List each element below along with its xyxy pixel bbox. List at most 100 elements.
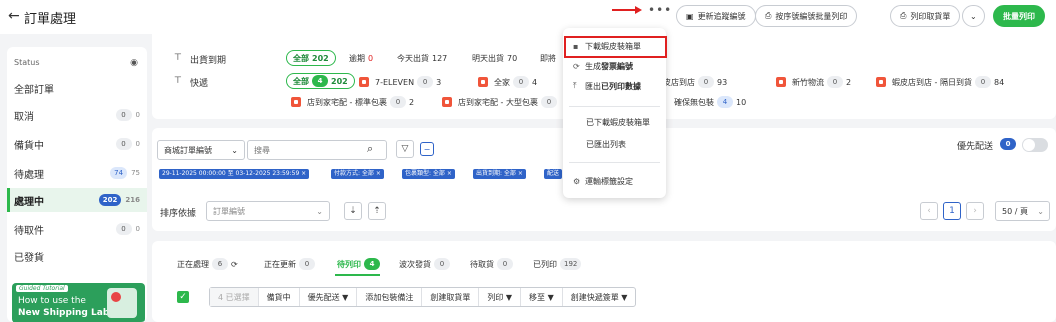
chip-home-standard[interactable]: 店到家宅配 - 標準包裹 0 2 — [291, 96, 414, 108]
chevron-down-icon: ⌄ — [316, 206, 323, 216]
chip-no-packaging[interactable]: 確保無包裝 4 10 — [674, 96, 746, 108]
pin-icon: ⊤ — [174, 53, 182, 63]
search-field-select[interactable]: 商城訂單編號 ⌄ — [157, 140, 245, 160]
chip-hct[interactable]: 新竹物流 0 2 — [776, 76, 851, 88]
page-title: 訂單處理 — [24, 12, 77, 27]
bulk-action-bar: ✓ 4 已選擇 備貨中 優先配送 ▼ 添加包裝備注 創建取貨單 列印 ▼ 移至 … — [177, 287, 637, 307]
orders-panel — [152, 241, 1056, 322]
sidebar-item-pending[interactable]: 待處理 74 75 — [7, 161, 147, 185]
menu-export-printed-data[interactable]: ⤒ 匯出 已列印數據 — [563, 78, 666, 94]
chip-ship-all[interactable]: 全部 202 — [286, 50, 336, 66]
shopee-tag-icon — [359, 77, 369, 87]
chip-home-large[interactable]: 店到家宅配 - 大型包裹 0 — [442, 96, 557, 108]
per-page-select[interactable]: 50 / 頁 ⌄ — [995, 201, 1050, 221]
ship-due-label: 出貨到期 — [190, 56, 227, 66]
search-icon[interactable]: ⌕ — [367, 142, 373, 156]
export-icon: ⤒ — [573, 81, 577, 90]
search-input[interactable] — [247, 140, 387, 160]
sort-label: 排序依據 — [160, 209, 197, 219]
menu-generate-invoice-number[interactable]: ⟳ 生成 發票編號 — [563, 58, 666, 74]
priority-shipping-label: 優先配送 — [957, 142, 994, 152]
action-preparing-button[interactable]: 備貨中 — [259, 288, 300, 306]
more-options-icon[interactable]: ••• — [648, 3, 672, 17]
menu-exported-lists[interactable]: 已匯出列表 — [563, 136, 666, 152]
sort-field-select[interactable]: 訂單編號 ⌄ — [206, 201, 330, 221]
highlight-box — [564, 36, 667, 58]
action-create-waybill-button[interactable]: 創建快遞簽單 ▼ — [563, 288, 636, 306]
back-arrow-icon[interactable]: ← — [8, 8, 20, 24]
chip-7eleven[interactable]: 7-ELEVEN 0 3 — [359, 76, 441, 88]
filter-tag-payment[interactable]: 付款方式: 全部 × — [331, 169, 384, 179]
tab-to-print[interactable]: 待列印 4 — [337, 258, 380, 270]
chip-shopee-next-day[interactable]: 蝦皮店到店 - 隔日到貨 0 84 — [876, 76, 1004, 88]
priority-count-badge: 0 — [1000, 138, 1016, 150]
prev-page-icon[interactable]: ‹ — [920, 202, 938, 220]
status-sidebar: Status ◉ 全部訂單 取消 0 0 備貨中 0 0 待處理 74 75 處理中 202 2… — [7, 47, 147, 322]
chip-overdue[interactable]: 逾期 0 — [349, 53, 373, 64]
batch-print-by-number-button[interactable]: ⎙ 按序號編號批量列印 — [755, 5, 858, 27]
eye-icon[interactable]: ◉ — [130, 58, 138, 68]
action-priority-button[interactable]: 優先配送 ▼ — [300, 288, 358, 306]
action-print-button[interactable]: 列印 ▼ — [479, 288, 522, 306]
shopee-tag-icon — [776, 77, 786, 87]
menu-shipping-label-settings[interactable]: ⚙ 運輸標籤設定 — [563, 173, 666, 189]
sort-descending-icon[interactable]: ⇣ — [344, 202, 362, 220]
tab-to-pickup[interactable]: 待取貨 0 — [470, 258, 513, 270]
menu-divider — [569, 162, 660, 163]
refresh-icon[interactable]: ⟳ — [231, 260, 238, 269]
filter-tag-date[interactable]: 29-11-2025 00:00:00 至 03-12-2025 23:59:5… — [159, 169, 310, 179]
chip-family-mart[interactable]: 全家 0 4 — [478, 76, 537, 88]
chevron-down-icon: ⌄ — [231, 145, 238, 155]
menu-downloaded-packing-lists[interactable]: 已下載蝦皮裝箱單 — [563, 114, 666, 130]
bulk-action-group: 4 已選擇 備貨中 優先配送 ▼ 添加包裝備注 創建取貨單 列印 ▼ 移至 ▼ … — [209, 287, 637, 307]
shopee-tag-icon — [876, 77, 886, 87]
sidebar-item-awaiting-pickup[interactable]: 待取件 0 0 — [7, 217, 147, 241]
select-all-checkbox[interactable]: ✓ — [177, 291, 189, 303]
annotation-arrow — [612, 6, 642, 14]
printer-icon: ⎙ — [765, 11, 772, 20]
action-move-button[interactable]: 移至 ▼ — [521, 288, 563, 306]
filter-tag-shipping[interactable]: 配送 — [544, 169, 563, 179]
pin-icon: ⊤ — [174, 76, 182, 86]
sidebar-item-all-orders[interactable]: 全部訂單 — [7, 76, 147, 100]
guided-tutorial-banner[interactable]: Guided Tutorial How to use the New Shipp… — [12, 283, 145, 322]
print-pickup-button[interactable]: ⎙ 列印取貨單 — [890, 5, 961, 27]
selected-count: 4 已選擇 — [210, 288, 259, 306]
sidebar-item-preparing[interactable]: 備貨中 0 0 — [7, 132, 147, 156]
printer-icon: ⎙ — [900, 11, 907, 20]
priority-shipping-toggle[interactable] — [1022, 138, 1048, 152]
tutorial-line-1: How to use the — [18, 296, 86, 306]
chip-express-all[interactable]: 全部 4 202 — [286, 73, 355, 89]
page-number[interactable]: 1 — [943, 202, 961, 220]
action-create-pickup-button[interactable]: 創建取貨單 — [422, 288, 480, 306]
filter-tag-package[interactable]: 包裹類型: 全部 × — [402, 169, 455, 179]
collapse-icon[interactable]: − — [420, 142, 434, 156]
sort-ascending-icon[interactable]: ⇡ — [368, 202, 386, 220]
chevron-down-icon: ⌄ — [1037, 206, 1044, 216]
print-pickup-dropdown-button[interactable]: ⌄ — [962, 5, 985, 27]
tutorial-illustration — [107, 288, 137, 318]
tab-updating[interactable]: 正在更新 0 — [264, 258, 315, 270]
shopee-tag-icon — [291, 97, 301, 107]
express-label: 快遞 — [190, 79, 209, 89]
tab-wave-shipping[interactable]: 波次發貨 0 — [399, 258, 450, 270]
batch-print-button[interactable]: 批量列印 — [993, 5, 1045, 27]
menu-divider — [569, 106, 660, 107]
tab-processing[interactable]: 正在處理 6 ⟳ — [177, 258, 238, 270]
status-heading: Status — [14, 58, 40, 67]
chip-ship-today[interactable]: 今天出貨 127 — [397, 53, 447, 64]
update-tracking-button[interactable]: ▣ 更新追蹤編號 — [676, 5, 756, 27]
tab-printed[interactable]: 已列印 192 — [533, 258, 582, 270]
sidebar-item-cancelled[interactable]: 取消 0 0 — [7, 103, 147, 127]
chip-ship-tomorrow[interactable]: 明天出貨 70 — [472, 53, 517, 64]
sidebar-item-processing[interactable]: 處理中 202 216 — [7, 188, 147, 212]
next-page-icon[interactable]: › — [966, 202, 984, 220]
filter-icon[interactable]: ▽ — [396, 140, 414, 158]
shopee-tag-icon — [442, 97, 452, 107]
action-add-note-button[interactable]: 添加包裝備注 — [357, 288, 423, 306]
document-icon: ▣ — [686, 11, 694, 21]
chip-ship-soon[interactable]: 即將 — [540, 53, 556, 64]
active-tab-indicator — [335, 274, 380, 276]
filter-tag-due[interactable]: 出貨到期: 全部 × — [473, 169, 526, 179]
sidebar-item-shipped[interactable]: 已發貨 — [7, 244, 147, 268]
